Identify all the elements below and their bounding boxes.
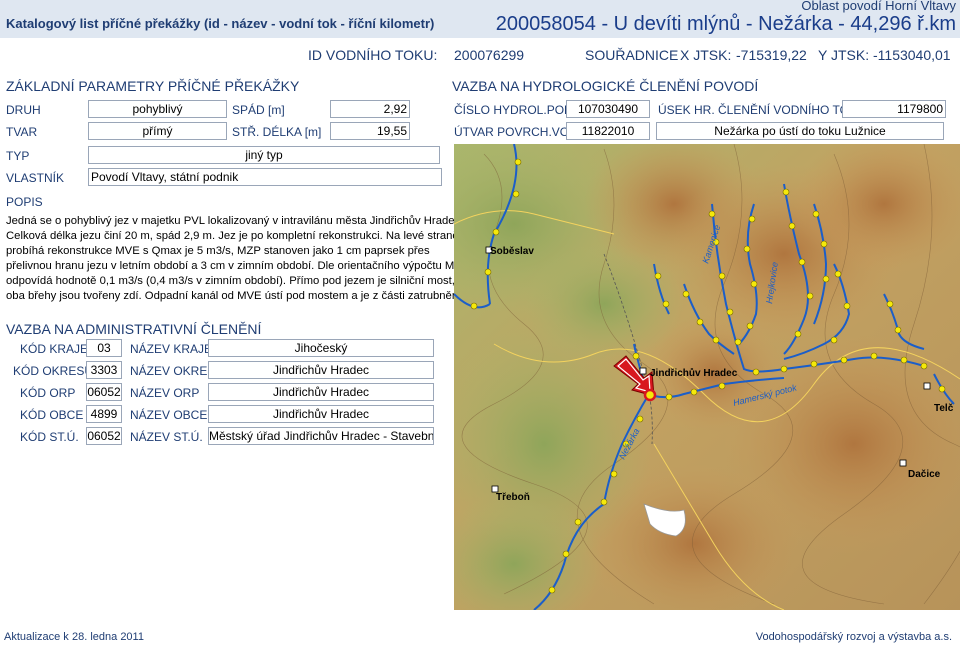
okres-name: Jindřichův Hradec bbox=[208, 361, 434, 379]
update-date: 28. ledna 2011 bbox=[72, 631, 144, 643]
popis-line: probíhá rekonstrukce MVE s Qmax je 5 m3/… bbox=[6, 245, 430, 258]
orp-code-label: KÓD ORP bbox=[20, 386, 76, 400]
popis-label: POPIS bbox=[6, 195, 43, 209]
map-label-trebon: Třeboň bbox=[496, 492, 530, 503]
map-label-telc: Telč bbox=[934, 403, 954, 414]
vlastnik-label: VLASTNÍK bbox=[6, 171, 65, 185]
hydro-section-title: VAZBA NA HYDROLOGICKÉ ČLENĚNÍ POVODÍ bbox=[452, 78, 759, 94]
obec-code: 4899 bbox=[86, 405, 122, 423]
tvar-label: TVAR bbox=[6, 125, 38, 139]
y-label: Y JTSK: bbox=[818, 47, 870, 63]
credit-text: Vodohospodářský rozvoj a výstavba a.s. bbox=[755, 631, 952, 643]
utvar-name: Nežárka po ústí do toku Lužnice bbox=[656, 122, 944, 140]
popis-line: odpovídá hodnotě 0,1 m3/s (0,4 m3/s v zi… bbox=[6, 275, 455, 288]
main-title: 200058054 - U devíti mlýnů - Nežárka - 4… bbox=[495, 13, 956, 35]
usek-value: 1179800 bbox=[842, 100, 946, 118]
delka-value: 19,55 bbox=[330, 122, 410, 140]
x-value: -715319,22 bbox=[736, 47, 807, 63]
popis-line: přelivnou hranu jezu v letním období a 3… bbox=[6, 260, 469, 273]
stu-name-label: NÁZEV ST.Ú. bbox=[130, 430, 203, 444]
map-label-dacice: Dačice bbox=[908, 469, 941, 480]
obec-name: Jindřichův Hradec bbox=[208, 405, 434, 423]
coords-label: SOUŘADNICE bbox=[585, 47, 679, 63]
weir-location-icon bbox=[643, 388, 657, 402]
stu-code-label: KÓD ST.Ú. bbox=[20, 430, 79, 444]
catalog-title: Katalogový list příčné překážky (id - ná… bbox=[6, 16, 435, 31]
popis-line: Jedná se o pohyblivý jez v majetku PVL l… bbox=[6, 215, 464, 227]
tvar-value: přímý bbox=[88, 122, 227, 140]
orp-code: 06052 bbox=[86, 383, 122, 401]
kraj-code-label: KÓD KRAJE bbox=[20, 342, 89, 356]
map-label-sobeslav: Soběslav bbox=[490, 246, 534, 257]
obec-code-label: KÓD OBCE bbox=[20, 408, 84, 422]
orp-name: Jindřichův Hradec bbox=[208, 383, 434, 401]
utvar-label: ÚTVAR POVRCH.VOD bbox=[454, 125, 578, 139]
kraj-name-label: NÁZEV KRAJE bbox=[130, 342, 213, 356]
terrain-map-svg: Soběslav Jindřichův Hradec Telč Dačice T… bbox=[454, 144, 960, 610]
popis-line: Celková délka jezu činí 20 m, spád 2,9 m… bbox=[6, 230, 459, 243]
cislo-label: ČÍSLO HYDROL.POŘ. bbox=[454, 103, 577, 117]
stu-code: 06052 bbox=[86, 427, 122, 445]
okres-code-label: KÓD OKRESU bbox=[13, 364, 94, 378]
spad-label: SPÁD [m] bbox=[232, 103, 285, 117]
spad-value: 2,92 bbox=[330, 100, 410, 118]
popis-text: Jedná se o pohyblivý jez v majetku PVL l… bbox=[6, 214, 469, 305]
x-label: X JTSK: bbox=[680, 47, 732, 63]
map-label-jindrichuv-hradec: Jindřichův Hradec bbox=[650, 367, 738, 379]
obec-name-label: NÁZEV OBCE bbox=[130, 408, 208, 422]
organization-name: Oblast povodí Horní Vltavy bbox=[801, 0, 956, 13]
druh-value: pohyblivý bbox=[88, 100, 227, 118]
id-label: ID VODNÍHO TOKU: bbox=[308, 47, 438, 63]
typ-label: TYP bbox=[6, 149, 30, 163]
cislo-value: 107030490 bbox=[566, 100, 650, 118]
typ-value: jiný typ bbox=[88, 146, 440, 164]
delka-label: STŘ. DÉLKA [m] bbox=[232, 125, 322, 139]
location-map: Soběslav Jindřichův Hradec Telč Dačice T… bbox=[454, 144, 960, 610]
id-value: 200076299 bbox=[454, 47, 525, 63]
utvar-value: 11822010 bbox=[566, 122, 650, 140]
update-label: Aktualizace k bbox=[4, 631, 69, 643]
okres-code: 3303 bbox=[86, 361, 122, 379]
y-value: -1153040,01 bbox=[873, 47, 951, 63]
usek-label: ÚSEK HR. ČLENĚNÍ VODNÍHO TOKU bbox=[658, 103, 866, 117]
admin-section-title: VAZBA NA ADMINISTRATIVNÍ ČLENĚNÍ bbox=[6, 321, 262, 337]
kraj-code: 03 bbox=[86, 339, 122, 357]
basic-section-title: ZÁKLADNÍ PARAMETRY PŘÍČNÉ PŘEKÁŽKY bbox=[6, 78, 300, 94]
popis-line: oba břehy jsou tvořeny zdí. Odpadní kaná… bbox=[6, 290, 467, 303]
stu-name: Městský úřad Jindřichův Hradec - Stavebn… bbox=[208, 427, 434, 445]
druh-label: DRUH bbox=[6, 103, 41, 117]
kraj-name: Jihočeský bbox=[208, 339, 434, 357]
orp-name-label: NÁZEV ORP bbox=[130, 386, 200, 400]
vlastnik-value: Povodí Vltavy, státní podnik bbox=[88, 168, 442, 186]
